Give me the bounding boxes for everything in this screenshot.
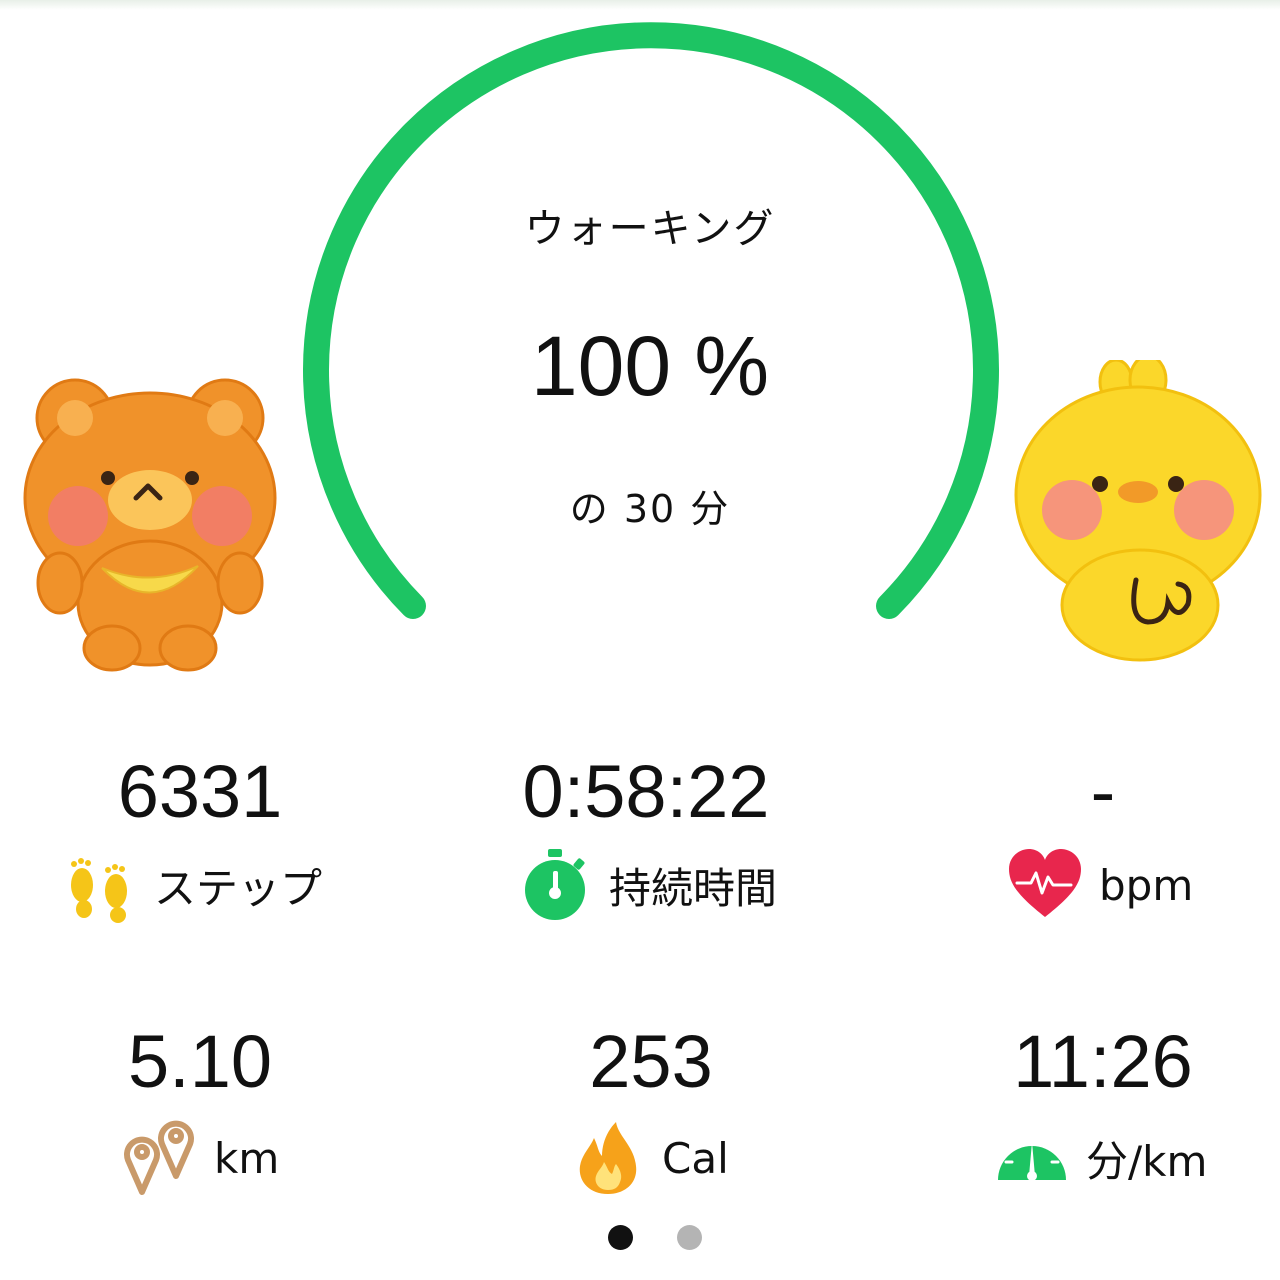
heart-rate-unit: bpm (1099, 860, 1194, 910)
distance-unit: km (214, 1133, 280, 1183)
distance-label: km (120, 1118, 279, 1198)
heart-icon (1009, 849, 1081, 917)
speedometer-icon (998, 1132, 1066, 1181)
goal-progress-percent: 100 % (530, 319, 770, 413)
pace-label: 分/km (992, 1118, 1207, 1198)
pace-unit: 分/km (1086, 1136, 1208, 1186)
distance-value: 5.10 (127, 1020, 273, 1103)
workout-summary-screen: ウォーキング 100 % の 30 分 6331 ステップ 0:58:22 持続… (0, 0, 1280, 1280)
steps-label: ステップ (60, 845, 322, 925)
pace-value: 11:26 (1013, 1020, 1193, 1103)
duration-unit: 持続時間 (609, 863, 778, 913)
footprint-icon (71, 858, 127, 923)
heart-rate-label: bpm (1005, 845, 1193, 925)
location-pin-icon (124, 1120, 194, 1195)
page-dot-1[interactable] (608, 1224, 633, 1250)
calories-label: Cal (568, 1118, 729, 1198)
goal-target-label: の 30 分 (569, 487, 731, 531)
goal-activity-label: ウォーキング (524, 206, 776, 252)
steps-unit: ステップ (154, 863, 323, 913)
duration-label: 持続時間 (515, 845, 777, 925)
bear-mascot-sticker (23, 378, 277, 672)
heart-rate-value: - (1090, 750, 1116, 833)
chick-mascot-sticker (1014, 360, 1262, 662)
flame-icon (579, 1122, 637, 1194)
duration-value: 0:58:22 (522, 750, 770, 833)
page-dot-2[interactable] (677, 1224, 702, 1250)
calories-unit: Cal (662, 1133, 729, 1183)
status-bar-fade (0, 0, 1280, 10)
stopwatch-icon (525, 849, 585, 920)
page-indicator[interactable] (600, 1222, 710, 1252)
calories-value: 253 (589, 1020, 713, 1103)
steps-value: 6331 (117, 750, 283, 833)
